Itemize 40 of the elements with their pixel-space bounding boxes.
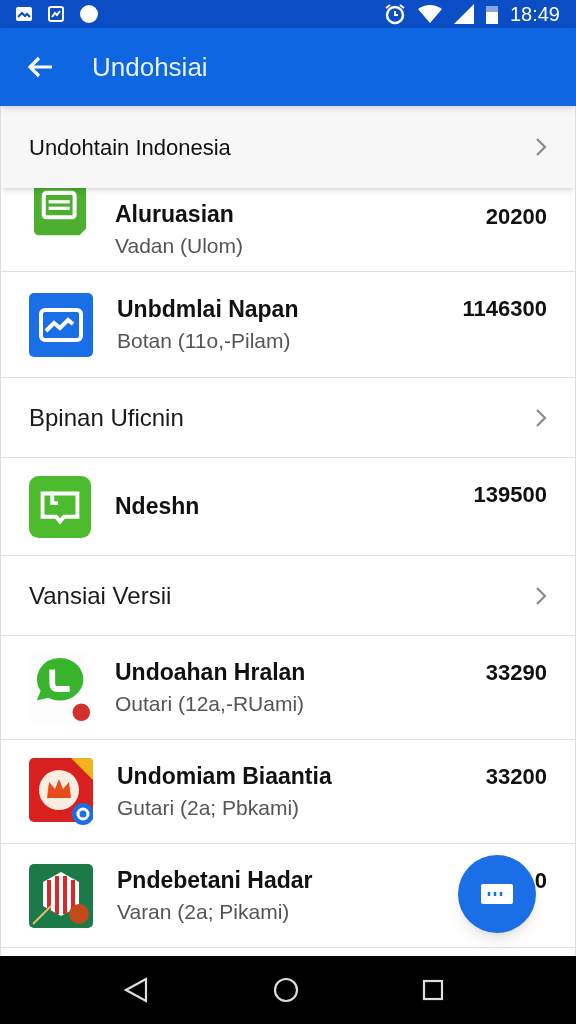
battery-icon xyxy=(485,4,498,24)
app-name: Ndeshn xyxy=(115,492,200,521)
app-size: 0 xyxy=(534,867,547,895)
chart-app-icon xyxy=(29,290,93,359)
app-name: Aluruasian xyxy=(115,200,234,229)
app-size: 33200 xyxy=(485,763,547,791)
chevron-right-icon xyxy=(535,137,547,157)
app-details: Vadan (Ulom) xyxy=(115,232,243,259)
recents-square-icon xyxy=(422,979,445,1001)
app-details: Varan (2a; Pikami) xyxy=(117,898,290,925)
clock-time: 18:49 xyxy=(509,2,560,27)
app-name: Undoahan Hralan xyxy=(115,658,306,687)
app-details: Gutari (2a; Pbkami) xyxy=(117,794,300,821)
app-size: 20200 xyxy=(485,203,547,231)
app-name: Pndebetani Hadar xyxy=(117,866,313,895)
wifi-icon xyxy=(417,5,442,23)
back-arrow-icon xyxy=(26,55,54,79)
chevron-right-icon xyxy=(535,407,547,428)
app-name: Undomiam Biaantia xyxy=(117,762,332,791)
app-list-item[interactable]: Aluruasian Vadan (Ulom) 20200 xyxy=(1,188,575,272)
image-notification-icon xyxy=(16,7,32,21)
app-size: 139500 xyxy=(473,481,547,509)
back-triangle-icon xyxy=(123,977,148,1003)
crown-app-icon xyxy=(29,757,93,826)
alarm-icon xyxy=(383,3,406,25)
app-size: 1146300 xyxy=(462,295,547,323)
message-app-icon xyxy=(29,475,91,538)
app-size: 33290 xyxy=(485,659,547,687)
app-details: Botan (11o,-Pilam) xyxy=(117,327,291,354)
app-name: Unbdmlai Napan xyxy=(117,295,299,324)
home-circle-icon xyxy=(273,977,299,1003)
chevron-right-icon xyxy=(535,585,547,606)
app-details: Outari (12a,-RUami) xyxy=(115,690,305,717)
gallery-notification-icon xyxy=(48,6,64,22)
notification-circle-icon xyxy=(80,5,98,23)
screen-title: Undohsiai xyxy=(92,50,208,84)
signal-icon xyxy=(453,4,474,24)
category-header[interactable]: Undohtain Indonesia xyxy=(1,106,575,188)
lantern-app-icon xyxy=(29,863,93,928)
message-icon xyxy=(481,884,513,904)
